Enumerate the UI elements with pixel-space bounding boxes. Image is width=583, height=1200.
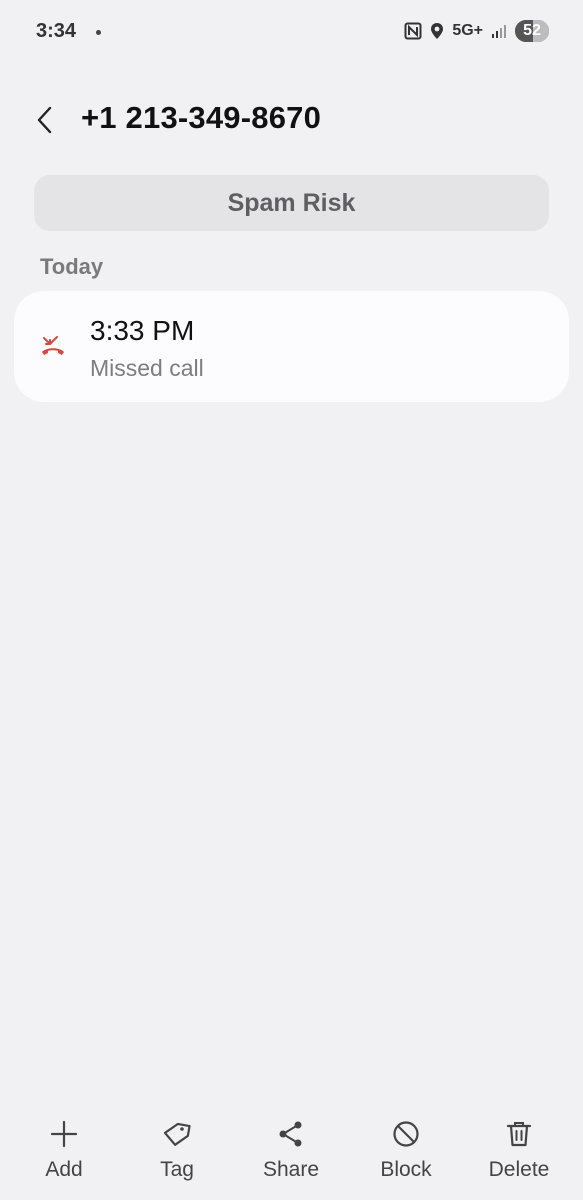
share-icon bbox=[275, 1118, 307, 1150]
bottom-action-bar: Add Tag Share Block Delete bbox=[0, 1118, 583, 1200]
block-label: Block bbox=[380, 1158, 432, 1181]
add-button[interactable]: Add bbox=[9, 1118, 119, 1182]
location-icon bbox=[430, 22, 444, 40]
share-label: Share bbox=[262, 1158, 320, 1181]
block-button[interactable]: Block bbox=[351, 1118, 461, 1182]
notification-dot-icon bbox=[96, 30, 101, 35]
status-time: 3:34 bbox=[36, 20, 77, 42]
trash-icon bbox=[503, 1118, 535, 1150]
status-icons: 5G+ 52 bbox=[404, 20, 549, 42]
call-log-item[interactable]: 3:33 PM Missed call bbox=[14, 291, 569, 402]
battery-level: 52 bbox=[523, 22, 541, 39]
delete-button[interactable]: Delete bbox=[464, 1118, 574, 1182]
missed-call-icon bbox=[40, 333, 66, 359]
battery-icon: 52 bbox=[515, 20, 549, 42]
spam-risk-badge: Spam Risk bbox=[34, 175, 549, 231]
section-label-today: Today bbox=[40, 254, 104, 279]
tag-button[interactable]: Tag bbox=[122, 1118, 232, 1182]
tag-label: Tag bbox=[160, 1158, 194, 1181]
call-type: Missed call bbox=[90, 355, 204, 381]
chevron-left-icon bbox=[37, 106, 52, 134]
add-label: Add bbox=[45, 1158, 83, 1181]
page-title: +1 213-349-8670 bbox=[81, 100, 322, 135]
back-button[interactable] bbox=[30, 102, 58, 138]
block-icon bbox=[390, 1118, 422, 1150]
delete-label: Delete bbox=[488, 1158, 550, 1181]
network-label: 5G+ bbox=[452, 22, 483, 39]
header: +1 213-349-8670 bbox=[0, 96, 583, 144]
signal-icon bbox=[491, 23, 507, 39]
plus-icon bbox=[48, 1118, 80, 1150]
status-bar: 3:34 5G+ 52 bbox=[0, 0, 583, 64]
share-button[interactable]: Share bbox=[236, 1118, 346, 1182]
tag-icon bbox=[161, 1118, 193, 1150]
call-time: 3:33 PM bbox=[90, 315, 195, 346]
nfc-icon bbox=[404, 22, 422, 40]
